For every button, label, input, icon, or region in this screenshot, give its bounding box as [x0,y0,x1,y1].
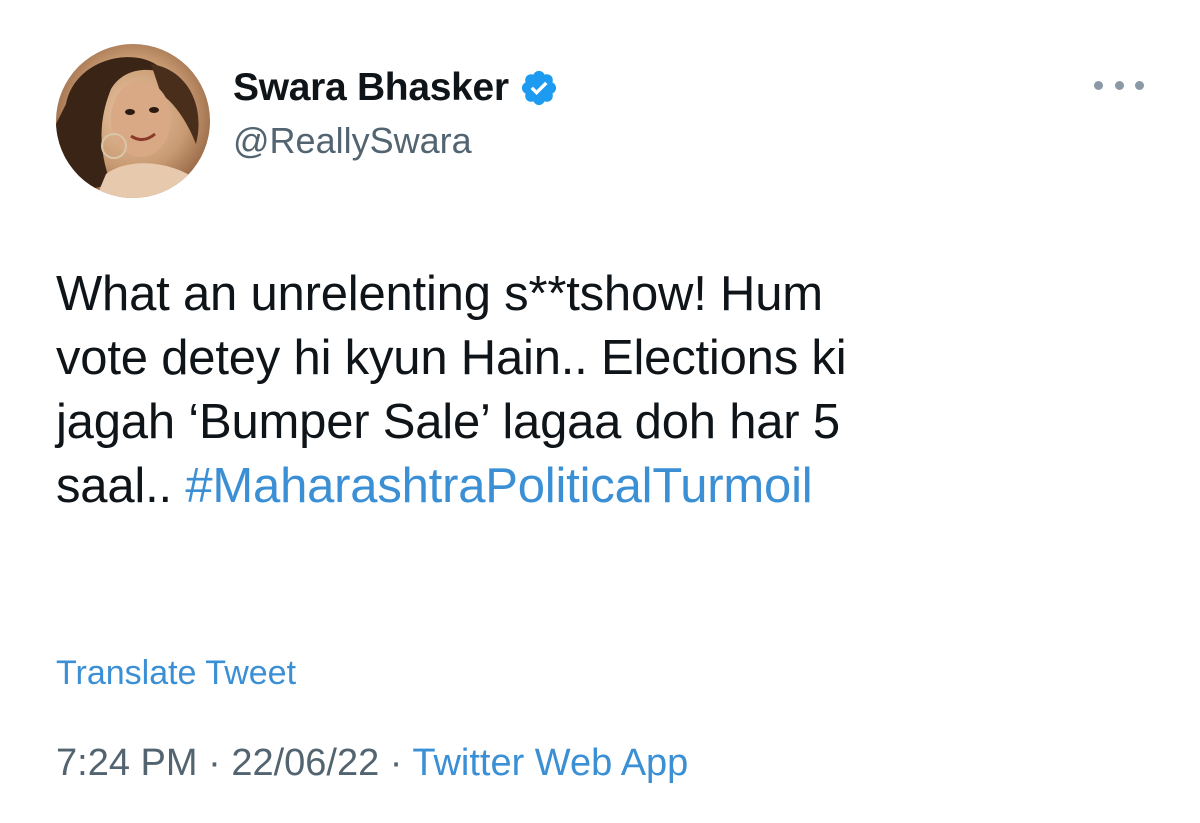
tweet-line: What an unrelenting s**tshow! Hum [56,267,823,321]
more-options-icon[interactable] [1094,70,1144,100]
tweet-date[interactable]: 22/06/22 [231,742,379,784]
avatar[interactable] [56,44,210,198]
dot [1114,80,1124,90]
author-handle[interactable]: @ReallySwara [233,120,472,162]
meta-separator: · [379,742,413,784]
meta-separator: · [197,742,232,784]
tweet-line: jagah ‘Bumper Sale’ lagaa doh har 5 [56,395,840,449]
tweet-line-last: saal.. #MaharashtraPoliticalTurmoil [56,454,1156,518]
translate-tweet-link[interactable]: Translate Tweet [56,654,296,693]
tweet-text: What an unrelenting s**tshow! Hum vote d… [56,262,1156,518]
tweet-source-link[interactable]: Twitter Web App [412,742,688,784]
author-name-row: Swara Bhasker [233,60,559,116]
tweet-line: saal.. [56,459,186,513]
dot [1094,80,1103,90]
tweet-card: Swara Bhasker @ReallySwara What an unrel… [0,0,1200,823]
author-display-name[interactable]: Swara Bhasker [233,66,509,110]
tweet-time[interactable]: 7:24 PM [56,742,198,784]
profile-photo-icon [56,44,210,198]
tweet-line: vote detey hi kyun Hain.. Elections ki [56,331,847,385]
tweet-meta: 7:24 PM · 22/06/22 · Twitter Web App [56,742,688,785]
dot [1135,80,1144,90]
hashtag-link[interactable]: #MaharashtraPoliticalTurmoil [185,459,812,513]
verified-badge-icon [519,68,559,108]
